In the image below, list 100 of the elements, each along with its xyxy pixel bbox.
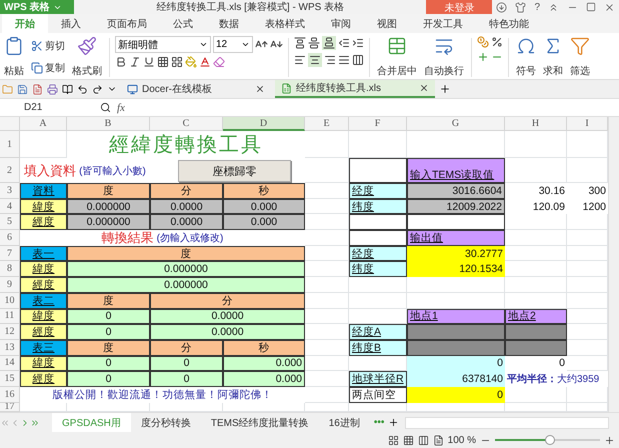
align-bottom-button[interactable] (322, 36, 336, 50)
row-header[interactable]: 16 (0, 386, 20, 403)
add-sheet-icon (388, 417, 400, 428)
table-cell: 经度 (349, 183, 407, 199)
sheet-tab[interactable]: 度分秒转换 (130, 412, 201, 432)
folder-icon (2, 84, 13, 94)
function-label[interactable]: fx (111, 102, 131, 114)
ribbon-tab[interactable]: 特色功能 (476, 14, 542, 33)
help-button[interactable]: ? (530, 2, 544, 12)
justify-icon[interactable] (338, 54, 350, 66)
table-cell: 120.1534 (407, 261, 505, 278)
column-header[interactable]: A (20, 117, 67, 131)
column-header[interactable]: G (407, 117, 505, 131)
name-box[interactable]: D21 (0, 100, 80, 116)
table-cell: 0 (150, 356, 223, 372)
column-header[interactable]: I (567, 117, 608, 131)
ribbon-tab[interactable]: 开发工具 (410, 14, 476, 33)
ribbon-tab[interactable]: 页面布局 (94, 14, 160, 33)
table-cell (505, 324, 567, 340)
align-left-icon[interactable] (294, 54, 306, 66)
row-header[interactable]: 1 (0, 131, 20, 158)
indent-decrease-icon[interactable] (338, 37, 350, 49)
ribbon-tab[interactable]: 公式 (160, 14, 206, 33)
ribbon-tab[interactable]: 插入 (48, 14, 94, 33)
copy-button[interactable]: 复制 (29, 58, 67, 77)
cell-style-icon[interactable] (171, 56, 183, 68)
close-icon[interactable] (419, 83, 429, 93)
column-header[interactable]: F (349, 117, 407, 131)
table-cell (505, 340, 567, 356)
preview-icon (62, 84, 73, 94)
section-heading: 填入資料 (24, 162, 76, 180)
ribbon-tab[interactable]: 表格样式 (252, 14, 318, 33)
table-cell: 地球半径R (349, 371, 407, 387)
eraser-icon[interactable] (213, 56, 225, 68)
monitor-icon (127, 84, 138, 94)
borders-icon[interactable] (157, 56, 169, 68)
row-header[interactable]: 15 (0, 371, 20, 387)
column-header[interactable]: H (505, 117, 567, 131)
sheet-tab[interactable]: TEMS经纬度批量转换 (200, 412, 319, 432)
row-header[interactable]: 6 (0, 230, 20, 246)
format-painter-button[interactable]: 格式刷 (70, 36, 104, 78)
underline-icon[interactable] (143, 56, 155, 68)
table-cell: 12009.2022 (407, 198, 505, 214)
align-center-button[interactable] (308, 53, 322, 67)
plus-icon[interactable] (477, 51, 489, 63)
row-header[interactable]: 4 (0, 198, 20, 214)
download-icon (496, 2, 508, 12)
bold-icon[interactable] (115, 56, 127, 68)
italic-icon[interactable] (129, 56, 141, 68)
distribute-icon[interactable] (352, 54, 364, 66)
font-field[interactable]: 新细明體 (115, 36, 211, 53)
row-header[interactable]: 11 (0, 308, 20, 324)
document-tab[interactable]: 经纬度转换工具.xls (275, 80, 435, 98)
ribbon-tab[interactable]: 开始 (2, 14, 48, 33)
sum-button[interactable]: 求和 (541, 36, 565, 78)
document-tab[interactable]: Docer-在线模板 (121, 80, 271, 98)
wrap-text-button[interactable]: 自动换行 (422, 36, 466, 78)
sheet-tab[interactable]: GPSDASH用 (52, 412, 131, 432)
align-top-icon[interactable] (294, 37, 306, 49)
row-header[interactable]: 3 (0, 183, 20, 199)
close-icon[interactable] (255, 84, 265, 94)
table-cell: 緯度 (20, 356, 67, 372)
sheet-tab[interactable]: 16进制 (318, 412, 370, 432)
column-header[interactable]: B (67, 117, 150, 131)
page-layout-icon (418, 434, 429, 446)
row-header[interactable]: 13 (0, 340, 20, 356)
row-header[interactable]: 7 (0, 246, 20, 262)
row-header[interactable]: 14 (0, 356, 20, 372)
font-size-field[interactable]: 12 (213, 36, 253, 53)
row-header[interactable]: 10 (0, 292, 20, 308)
symbol-button[interactable]: 符号 (514, 36, 538, 78)
cut-button[interactable]: 剪切 (29, 36, 67, 55)
ribbon-tab[interactable]: 数据 (206, 14, 252, 33)
row-header[interactable]: 5 (0, 214, 20, 230)
print-icon (47, 84, 58, 94)
column-header[interactable]: D (223, 117, 305, 131)
horizontal-scrollbar[interactable] (405, 416, 609, 428)
merge-button[interactable]: 合并居中 (375, 36, 419, 78)
table-cell: 0.000 (223, 356, 305, 372)
reset-button[interactable]: 座標歸零 (178, 160, 291, 182)
percent-icon[interactable] (491, 36, 503, 48)
indent-increase-icon[interactable] (352, 37, 364, 49)
table-cell (349, 292, 407, 308)
table-cell: 地点2 (505, 308, 567, 324)
align-middle-icon[interactable] (308, 37, 320, 49)
paste-button[interactable]: 粘贴 (2, 36, 26, 78)
fill-color-icon[interactable] (185, 56, 197, 68)
ribbon-tab[interactable]: 视图 (364, 14, 410, 33)
vertical-scrollbar[interactable] (608, 117, 619, 412)
ribbon-tab[interactable]: 审阅 (318, 14, 364, 33)
row-header[interactable]: 12 (0, 324, 20, 340)
table-cell: 經度 (20, 277, 67, 293)
font-color-icon[interactable] (199, 56, 211, 68)
column-header[interactable]: C (150, 117, 223, 131)
align-right-icon[interactable] (324, 54, 336, 66)
row-header[interactable]: 8 (0, 261, 20, 278)
row-header[interactable]: 2 (0, 158, 20, 183)
row-header[interactable]: 9 (0, 277, 20, 293)
filter-button[interactable]: 筛选 (568, 36, 592, 78)
column-header[interactable]: E (305, 117, 349, 131)
